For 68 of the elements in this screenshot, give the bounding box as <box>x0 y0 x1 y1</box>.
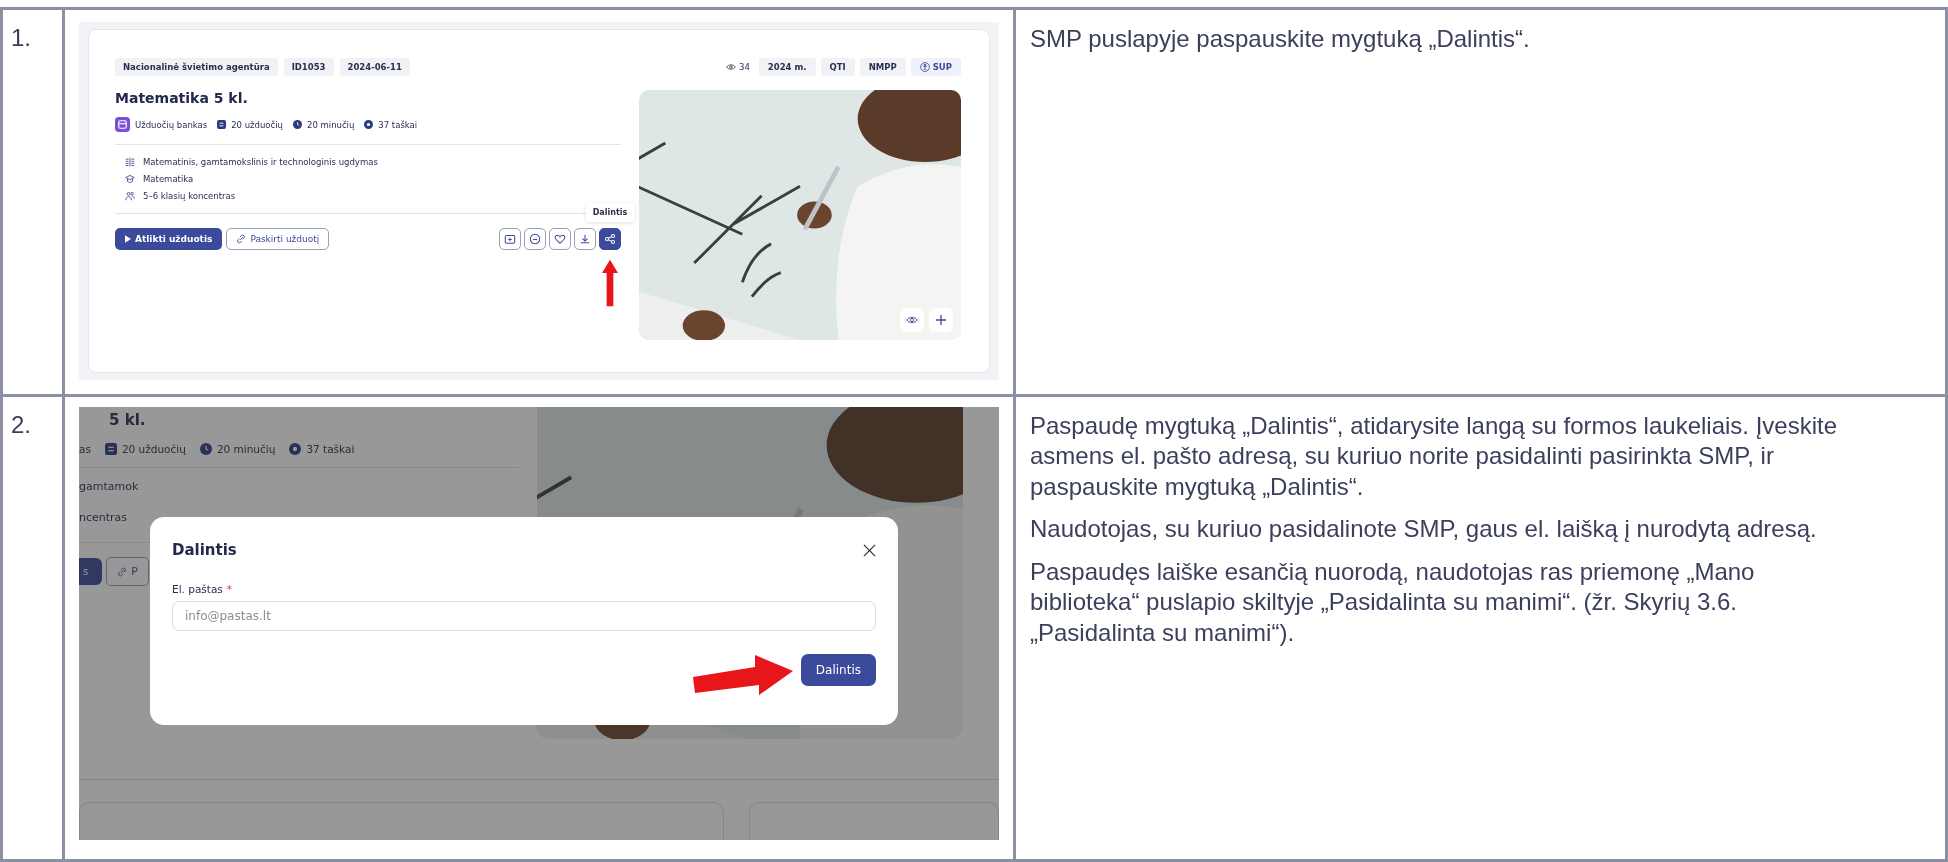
meta-label: as <box>79 443 91 455</box>
view-count: 34 <box>738 62 750 72</box>
meta-label: 20 užduočių <box>231 119 283 130</box>
instruction-text: SMP puslapyje paspauskite mygtuką „Dalintis“. <box>1030 24 1531 54</box>
share-button[interactable]: Dalintis <box>800 654 876 686</box>
bank-icon <box>115 117 130 132</box>
tag: Nacionalinė švietimo agentūra <box>115 58 278 76</box>
field-label: El. paštas <box>172 583 223 595</box>
resource-title: Matematika 5 kl. <box>115 90 249 106</box>
assign-button[interactable]: Paskirti užduotį <box>226 228 330 250</box>
link-icon <box>117 566 128 577</box>
meta-label: 37 taškai <box>378 119 418 130</box>
download-icon <box>579 233 591 245</box>
detail-label: Matematinis, gamtamokslinis ir technologinis ugdymas <box>143 157 378 167</box>
graduation-cap-icon <box>125 174 135 184</box>
clock-icon <box>293 120 302 129</box>
step-number: 2. <box>11 411 31 438</box>
tooltip: Dalintis <box>585 203 635 222</box>
required-mark: * <box>226 583 233 595</box>
minus-circle-icon <box>529 233 541 245</box>
eye-icon <box>906 314 918 326</box>
add-button[interactable] <box>929 308 953 332</box>
eye-icon <box>725 63 736 71</box>
detail-label: gamtamok <box>79 480 140 493</box>
clock-icon <box>199 443 212 455</box>
meta-label: 20 užduočių <box>121 443 186 455</box>
people-icon <box>125 191 135 201</box>
instruction-text: Paspaudęs laiške esančią nuorodą, naudotojas ras priemonę „Mano biblioteka“ puslapio skiltyje „Pasidalinta su manimi“. (žr. Skyrių 3.6. „Pasidalinta su manimi“). <box>1030 556 1756 648</box>
share-icon-button[interactable] <box>599 228 621 250</box>
folder-icon-button[interactable] <box>499 228 521 250</box>
preview-button[interactable] <box>900 308 924 332</box>
meta-label: Užduočių bankas <box>135 119 208 130</box>
list-icon <box>104 443 117 455</box>
detail-label: Matematika <box>143 174 194 184</box>
plus-icon <box>935 314 947 326</box>
download-icon-button[interactable] <box>574 228 596 250</box>
heart-icon-button[interactable] <box>549 228 571 250</box>
badge: 2024 m. <box>758 58 816 76</box>
detail-label: ncentras <box>79 511 129 524</box>
meta-label: 37 taškai <box>306 443 355 455</box>
resource-title: 5 kl. <box>108 411 147 429</box>
meta-label: 20 minučių <box>216 443 276 455</box>
share-icon <box>604 233 616 245</box>
list-icon <box>217 120 227 129</box>
heart-icon <box>554 233 566 245</box>
tag: 2024-06-11 <box>339 58 410 76</box>
start-button[interactable]: s <box>79 558 103 585</box>
play-icon <box>125 235 131 243</box>
badge: QTI <box>820 58 855 76</box>
folder-icon <box>504 233 516 245</box>
points-icon <box>364 120 374 129</box>
email-field[interactable]: info@pastas.lt <box>172 601 876 631</box>
meta-label: 20 minučių <box>307 119 355 130</box>
instruction-text: Naudotojas, su kuriuo pasidalinote SMP, gaus el. laišką į nurodytą adresą. <box>1030 514 1818 545</box>
step-number: 1. <box>11 24 31 51</box>
dialog-title: Dalintis <box>172 541 237 559</box>
points-icon <box>289 443 302 455</box>
assign-button[interactable]: P <box>106 557 149 586</box>
detail-label: 5–6 klasių koncentras <box>143 191 236 201</box>
grid-icon <box>125 157 135 167</box>
badge: NMPP <box>859 58 906 76</box>
minus-icon-button[interactable] <box>524 228 546 250</box>
link-icon <box>236 234 247 244</box>
instruction-text: Paspaudę mygtuką „Dalintis“, atidarysite langą su formos laukeliais. Įveskite asmens el. pašto adresą, su kuriuo norite pasidalinti pasirinkta SMP, ir paspauskite mygtuką „Dalintis“. <box>1030 411 1839 502</box>
accessibility-badge: SUP <box>910 58 961 76</box>
start-button[interactable]: Atlikti užduotis <box>115 228 223 250</box>
close-icon[interactable] <box>863 543 876 557</box>
tag: ID1053 <box>283 58 334 76</box>
